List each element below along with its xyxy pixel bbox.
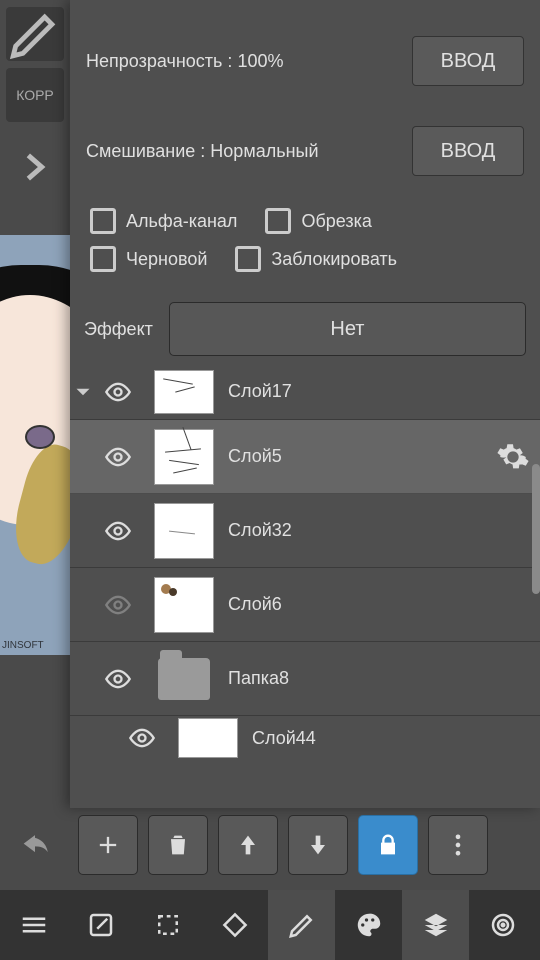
layer-row[interactable]: Слой44 — [70, 716, 540, 760]
alpha-lock-label: Альфа-канал — [126, 211, 237, 232]
layer-name: Слой17 — [228, 381, 530, 402]
layer-name: Слой32 — [228, 520, 530, 541]
visibility-eye-icon[interactable] — [96, 657, 140, 701]
layer-row[interactable]: Слой17 — [70, 364, 540, 420]
layer-thumbnail — [154, 503, 214, 559]
collapse-panel-chevron[interactable] — [15, 147, 55, 187]
opacity-value: 100% — [237, 51, 283, 71]
selection-icon[interactable] — [134, 890, 201, 960]
canvas-signature: JINSOFT — [2, 640, 44, 651]
draft-checkbox[interactable]: Черновой — [90, 246, 207, 272]
blend-enter-button[interactable]: ВВОД — [412, 126, 524, 176]
lock-checkbox[interactable]: Заблокировать — [235, 246, 397, 272]
lock-layer-button[interactable] — [358, 815, 418, 875]
move-down-button[interactable] — [288, 815, 348, 875]
collapse-toggle-icon[interactable] — [70, 379, 96, 405]
visibility-eye-icon[interactable] — [96, 583, 140, 627]
delete-layer-button[interactable] — [148, 815, 208, 875]
tool-secondary-label: КОРР — [16, 87, 54, 103]
bottom-toolbar — [0, 890, 540, 960]
brush-tool-icon[interactable] — [268, 890, 335, 960]
visibility-eye-icon[interactable] — [120, 716, 164, 760]
layer-list-scrollbar[interactable] — [532, 464, 540, 594]
move-up-button[interactable] — [218, 815, 278, 875]
layer-row[interactable]: Папка8 — [70, 642, 540, 716]
visibility-eye-icon[interactable] — [96, 370, 140, 414]
layer-settings-gear-icon[interactable] — [496, 440, 530, 474]
layer-ops-strip — [70, 810, 540, 880]
layer-row[interactable]: Слой5 — [70, 420, 540, 494]
layer-thumbnail — [154, 429, 214, 485]
folder-icon — [158, 658, 210, 700]
layer-list[interactable]: Слой17 Слой5 — [70, 364, 540, 814]
layers-tool-icon[interactable] — [402, 890, 469, 960]
visibility-eye-icon[interactable] — [96, 435, 140, 479]
clip-checkbox[interactable]: Обрезка — [265, 208, 371, 234]
clip-label: Обрезка — [301, 211, 371, 232]
blend-label: Смешивание : Нормальный — [86, 141, 412, 162]
rotate-icon[interactable] — [201, 890, 268, 960]
tool-secondary-thumb[interactable]: КОРР — [6, 68, 64, 122]
blend-value: Нормальный — [210, 141, 318, 161]
layer-name: Слой6 — [228, 594, 530, 615]
effect-label: Эффект — [84, 319, 153, 340]
edit-icon[interactable] — [67, 890, 134, 960]
opacity-label: Непрозрачность : 100% — [86, 51, 412, 72]
more-button[interactable] — [428, 815, 488, 875]
palette-icon[interactable] — [335, 890, 402, 960]
visibility-eye-icon[interactable] — [96, 509, 140, 553]
layers-panel: Непрозрачность : 100% ВВОД Смешивание : … — [70, 0, 540, 808]
layer-name: Папка8 — [228, 668, 530, 689]
lock-label: Заблокировать — [271, 249, 397, 270]
layer-name: Слой5 — [228, 446, 496, 467]
alpha-lock-checkbox[interactable]: Альфа-канал — [90, 208, 237, 234]
effect-dropdown[interactable]: Нет — [169, 302, 526, 356]
canvas-preview: JINSOFT — [0, 235, 70, 655]
tool-brush-thumb[interactable] — [6, 7, 64, 61]
layer-row[interactable]: Слой6 — [70, 568, 540, 642]
menu-icon[interactable] — [0, 890, 67, 960]
draft-label: Черновой — [126, 249, 207, 270]
undo-button[interactable] — [0, 810, 70, 880]
layer-thumbnail — [154, 370, 214, 414]
layer-thumbnail — [178, 718, 238, 758]
layer-name: Слой44 — [252, 728, 530, 749]
add-layer-button[interactable] — [78, 815, 138, 875]
opacity-enter-button[interactable]: ВВОД — [412, 36, 524, 86]
layer-thumbnail — [154, 577, 214, 633]
target-icon[interactable] — [469, 890, 536, 960]
layer-row[interactable]: Слой32 — [70, 494, 540, 568]
